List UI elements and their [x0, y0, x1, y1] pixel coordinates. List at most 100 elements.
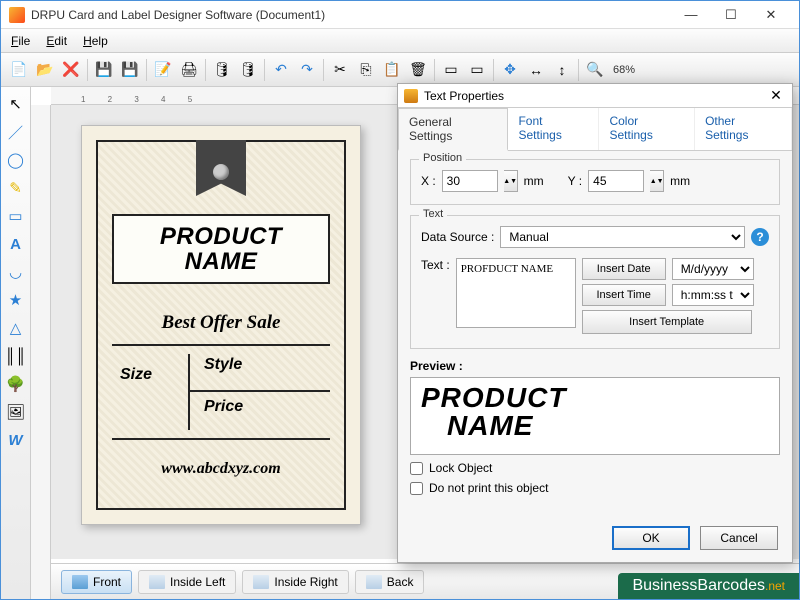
menubar: File Edit Help — [1, 29, 799, 53]
redo-icon[interactable]: ↷ — [295, 58, 319, 82]
page-icon — [149, 575, 165, 589]
preview-label: Preview : — [410, 359, 780, 373]
copy-icon[interactable]: ⎘ — [354, 58, 378, 82]
position-group: Position X : ▲▼ mm Y : ▲▼ mm — [410, 159, 780, 205]
dialog-tabs: General Settings Font Settings Color Set… — [398, 108, 792, 151]
rect-tool-icon[interactable]: ▭ — [5, 205, 27, 227]
insert-template-button[interactable]: Insert Template — [582, 310, 752, 334]
maximize-button[interactable]: ☐ — [711, 3, 751, 27]
library-tool-icon[interactable]: 🖼 — [5, 401, 27, 423]
page-icon — [366, 575, 382, 589]
date-format-select[interactable]: M/d/yyyy — [672, 258, 754, 280]
size-label[interactable]: Size — [120, 366, 152, 384]
x-spinner[interactable]: ▲▼ — [504, 170, 518, 192]
time-format-select[interactable]: h:mm:ss tt — [672, 284, 754, 306]
watermark: BusinessBarcodes.net — [618, 573, 799, 599]
dialog-title: Text Properties — [424, 89, 504, 103]
minimize-button[interactable]: ― — [671, 3, 711, 27]
close-doc-icon[interactable]: ❌ — [59, 58, 83, 82]
star-tool-icon[interactable]: ★ — [5, 289, 27, 311]
text-tool-icon[interactable]: A — [5, 233, 27, 255]
db-export-icon[interactable]: 🛢 — [210, 58, 234, 82]
text-properties-dialog: Text Properties ✕ General Settings Font … — [397, 83, 793, 563]
dialog-titlebar[interactable]: Text Properties ✕ — [398, 84, 792, 108]
text-label: Text : — [421, 258, 450, 272]
offer-text[interactable]: Best Offer Sale — [112, 312, 330, 334]
menu-edit[interactable]: Edit — [46, 34, 67, 48]
cut-icon[interactable]: ✂ — [328, 58, 352, 82]
cancel-button[interactable]: Cancel — [700, 526, 778, 550]
y-spinner[interactable]: ▲▼ — [650, 170, 664, 192]
preview-box: PRODUCT NAME — [410, 377, 780, 455]
tab-font-settings[interactable]: Font Settings — [508, 108, 599, 150]
tab-inside-right[interactable]: Inside Right — [242, 570, 348, 594]
datasource-select[interactable]: Manual — [500, 226, 745, 248]
do-not-print-checkbox[interactable] — [410, 482, 423, 495]
zoom-icon[interactable]: 🔍 — [583, 58, 607, 82]
product-line1: PRODUCT — [118, 224, 324, 249]
undo-icon[interactable]: ↶ — [269, 58, 293, 82]
insert-time-button[interactable]: Insert Time — [582, 284, 666, 306]
image-tool-icon[interactable]: 🌳 — [5, 373, 27, 395]
dialog-icon — [404, 89, 418, 103]
select-tool-icon[interactable]: ↖ — [5, 93, 27, 115]
wordart-tool-icon[interactable]: W — [5, 429, 27, 451]
page-icon — [72, 575, 88, 589]
menu-help[interactable]: Help — [83, 34, 108, 48]
tab-general-settings[interactable]: General Settings — [398, 108, 508, 151]
tab-front[interactable]: Front — [61, 570, 132, 594]
datasource-label: Data Source : — [421, 230, 494, 244]
style-label[interactable]: Style — [204, 356, 242, 374]
paste-icon[interactable]: 📋 — [380, 58, 404, 82]
help-icon[interactable]: ? — [751, 228, 769, 246]
barcode-tool-icon[interactable]: ║║ — [5, 345, 27, 367]
product-name-box[interactable]: PRODUCT NAME — [112, 214, 330, 284]
ruler-vertical — [31, 105, 51, 599]
main-toolbar: 📄 📂 ❌ 💾 💾 📝 🖨 🛢 🛢 ↶ ↷ ✂ ⎘ 📋 🗑 ▭ ▭ ✥ ↔ ↕ … — [1, 53, 799, 87]
window-title: DRPU Card and Label Designer Software (D… — [31, 8, 671, 22]
pencil-tool-icon[interactable]: ✎ — [5, 177, 27, 199]
label-card[interactable]: PRODUCT NAME Best Offer Sale Size Style … — [81, 125, 361, 525]
url-text[interactable]: www.abcdxyz.com — [112, 460, 330, 478]
ok-button[interactable]: OK — [612, 526, 690, 550]
tool-palette: ↖ ／ ◯ ✎ ▭ A ◡ ★ △ ║║ 🌳 🖼 W — [1, 87, 31, 599]
x-label: X : — [421, 174, 436, 188]
tab-back[interactable]: Back — [355, 570, 425, 594]
titlebar: DRPU Card and Label Designer Software (D… — [1, 1, 799, 29]
text-input[interactable] — [456, 258, 576, 328]
move-icon[interactable]: ✥ — [498, 58, 522, 82]
align-h-icon[interactable]: ↔ — [524, 58, 548, 82]
delete-icon[interactable]: 🗑 — [406, 58, 430, 82]
tab-color-settings[interactable]: Color Settings — [599, 108, 695, 150]
tab-inside-left[interactable]: Inside Left — [138, 570, 236, 594]
line-tool-icon[interactable]: ／ — [5, 121, 27, 143]
y-input[interactable] — [588, 170, 644, 192]
new-icon[interactable]: 📄 — [7, 58, 31, 82]
save-as-icon[interactable]: 💾 — [118, 58, 142, 82]
triangle-tool-icon[interactable]: △ — [5, 317, 27, 339]
product-line2: NAME — [118, 249, 324, 274]
price-label[interactable]: Price — [204, 398, 243, 416]
text-group: Text Data Source : Manual ? Text : Inser… — [410, 215, 780, 349]
bring-front-icon[interactable]: ▭ — [465, 58, 489, 82]
align-v-icon[interactable]: ↕ — [550, 58, 574, 82]
edit-icon[interactable]: 📝 — [151, 58, 175, 82]
print-icon[interactable]: 🖨 — [177, 58, 201, 82]
ellipse-tool-icon[interactable]: ◯ — [5, 149, 27, 171]
insert-date-button[interactable]: Insert Date — [582, 258, 666, 280]
db-import-icon[interactable]: 🛢 — [236, 58, 260, 82]
lock-object-checkbox[interactable] — [410, 462, 423, 475]
send-back-icon[interactable]: ▭ — [439, 58, 463, 82]
tab-other-settings[interactable]: Other Settings — [695, 108, 792, 150]
page-icon — [253, 575, 269, 589]
menu-file[interactable]: File — [11, 34, 30, 48]
x-input[interactable] — [442, 170, 498, 192]
arc-tool-icon[interactable]: ◡ — [5, 261, 27, 283]
zoom-value[interactable]: 68% — [613, 64, 635, 76]
dialog-close-icon[interactable]: ✕ — [766, 87, 786, 104]
y-label: Y : — [568, 174, 582, 188]
ribbon-icon — [196, 140, 246, 196]
close-button[interactable]: ✕ — [751, 3, 791, 27]
open-icon[interactable]: 📂 — [33, 58, 57, 82]
save-icon[interactable]: 💾 — [92, 58, 116, 82]
